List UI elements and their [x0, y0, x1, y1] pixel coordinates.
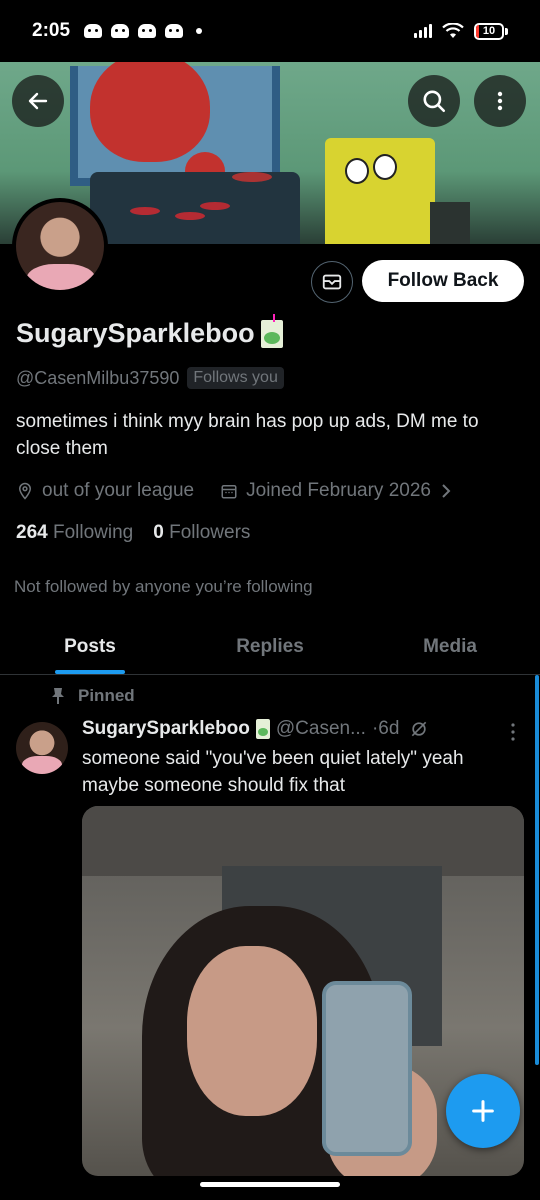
tab-replies[interactable]: Replies: [180, 620, 360, 674]
scrollbar[interactable]: [535, 675, 539, 1065]
followers-label: Followers: [169, 522, 251, 543]
notification-icons: [84, 24, 203, 38]
pinned-indicator: Pinned: [50, 686, 135, 706]
post-header: SugarySparkleboo @Casen... ·6d: [82, 718, 429, 740]
banner-grill: [90, 172, 300, 244]
message-button[interactable]: [311, 261, 353, 303]
post-more-button[interactable]: [505, 722, 521, 747]
grok-icon[interactable]: [409, 719, 429, 739]
post-author-handle[interactable]: @Casen...: [276, 718, 366, 740]
signal-icon: [414, 24, 432, 38]
post-avatar[interactable]: [16, 722, 68, 774]
follow-back-button[interactable]: Follow Back: [362, 260, 524, 302]
search-button[interactable]: [408, 75, 460, 127]
profile-tabs: Posts Replies Media: [0, 620, 540, 675]
following-link[interactable]: 264 Following: [16, 522, 133, 544]
profile-joined-date: Joined February 2026: [246, 480, 431, 501]
discord-icon: [165, 24, 184, 38]
more-vertical-icon: [497, 91, 503, 111]
battery-icon: 10: [474, 22, 508, 40]
profile-location: out of your league: [42, 480, 195, 501]
profile-bio: sometimes i think myy brain has pop up a…: [16, 411, 479, 459]
followers-count: 0: [153, 522, 164, 543]
profile-handle: @CasenMilbu37590: [16, 367, 180, 388]
search-icon: [423, 90, 446, 113]
post-time[interactable]: ·6d: [372, 718, 399, 740]
wifi-icon: [442, 23, 464, 38]
back-button[interactable]: [12, 75, 64, 127]
mail-icon: [322, 274, 342, 290]
discord-icon: [84, 24, 103, 38]
tab-posts[interactable]: Posts: [0, 620, 180, 674]
display-name: SugarySparkleboo: [16, 318, 255, 348]
follows-you-badge: Follows you: [187, 367, 284, 389]
follow-stats: 264 Following 0 Followers: [16, 522, 250, 544]
status-time: 2:05: [32, 20, 71, 41]
battery-level: 10: [482, 25, 496, 37]
banner-spongebob: [325, 138, 435, 244]
more-options-button[interactable]: [474, 75, 526, 127]
following-count: 264: [16, 522, 48, 543]
plus-icon: [472, 1100, 494, 1122]
discord-icon: [111, 24, 130, 38]
home-indicator[interactable]: [200, 1182, 340, 1187]
profile-meta: out of your league Joined February 2026: [16, 480, 453, 502]
juice-box-icon: [255, 719, 270, 739]
compose-post-button[interactable]: [446, 1074, 520, 1148]
calendar-icon: [221, 485, 237, 499]
handle-row: @CasenMilbu37590 Follows you: [16, 367, 284, 389]
following-label: Following: [52, 522, 134, 543]
post-author-name[interactable]: SugarySparkleboo: [82, 718, 250, 740]
more-vertical-icon: [511, 723, 515, 741]
chevron-right-icon[interactable]: [439, 482, 453, 500]
followers-link[interactable]: 0 Followers: [153, 522, 250, 544]
pinned-label: Pinned: [78, 686, 135, 705]
profile-avatar[interactable]: [12, 198, 108, 294]
profile-name-row: SugarySparkleboo: [16, 313, 283, 349]
location-icon: [18, 482, 32, 500]
pin-icon: [52, 688, 64, 704]
tab-media[interactable]: Media: [360, 620, 540, 674]
banner-mr-krabs: [90, 62, 210, 162]
not-followed-note: Not followed by anyone you’re following: [14, 577, 313, 596]
arrow-left-icon: [28, 92, 48, 110]
discord-icon: [138, 24, 157, 38]
status-bar: 2:05 10: [0, 0, 540, 62]
juice-box-icon: [260, 313, 283, 348]
more-notifications-dot-icon: [196, 28, 203, 34]
post-text: someone said "you've been quiet lately" …: [82, 748, 464, 796]
